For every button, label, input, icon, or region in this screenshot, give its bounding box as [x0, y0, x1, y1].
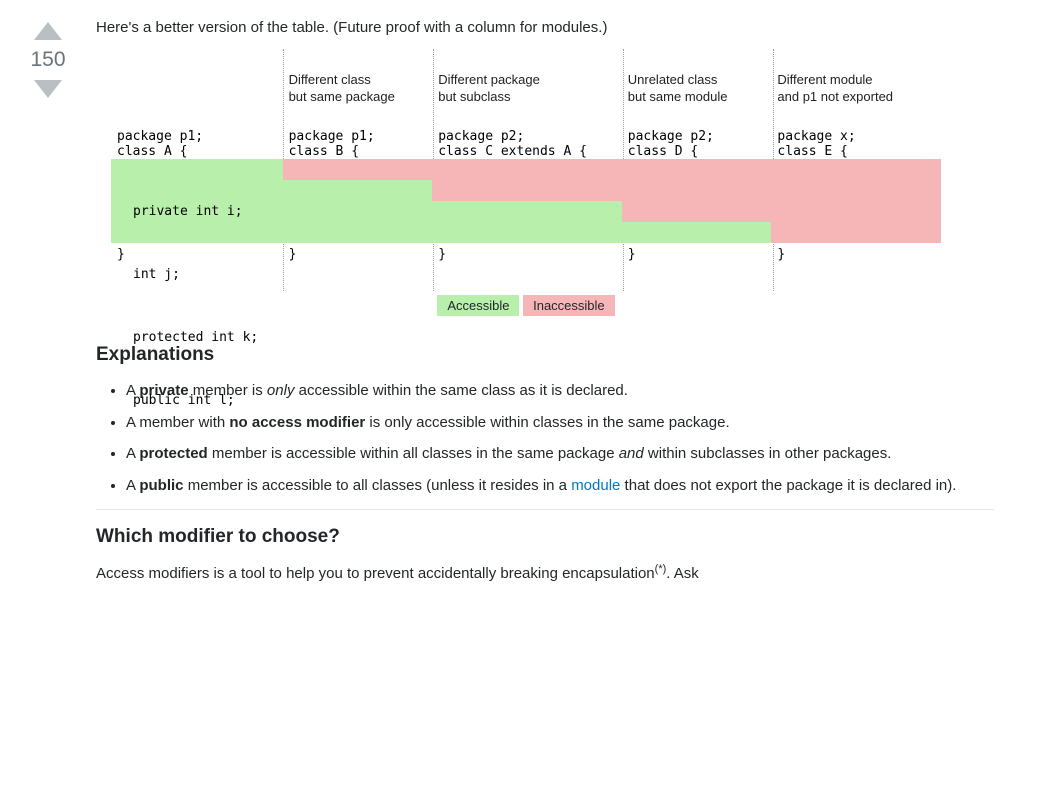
hdr-same-module: Unrelated class but same module: [622, 68, 772, 111]
text: that does not export the package it is d…: [620, 477, 956, 494]
answer-content: Here's a better version of the table. (F…: [96, 18, 994, 585]
seg-inaccessible: [283, 159, 433, 180]
downvote-button[interactable]: [30, 78, 66, 102]
separator: [96, 509, 994, 510]
text: A: [126, 477, 139, 494]
text: member is accessible to all classes (unl…: [184, 477, 572, 494]
col-b: [283, 159, 433, 243]
text: within subclasses in other packages.: [644, 445, 892, 462]
col-d: [622, 159, 772, 243]
field-private: private int i;: [133, 201, 258, 222]
vote-column: 150: [20, 18, 76, 102]
hdr-subclass: Different package but subclass: [432, 68, 622, 111]
col-c: [432, 159, 622, 243]
footnote-marker: (*): [655, 563, 667, 575]
text: member is accessible within all classes …: [208, 445, 619, 462]
seg-inaccessible: [432, 159, 622, 201]
field-protected: protected int k;: [133, 327, 258, 348]
class-decl-row: package p1; class A { package p1; class …: [111, 115, 941, 159]
decl-d: package p2; class D {: [622, 129, 772, 159]
hdr-diff-module: Different module and p1 not exported: [771, 68, 941, 111]
decl-b: package p1; class B {: [283, 129, 433, 159]
heading-which-modifier: Which modifier to choose?: [96, 526, 994, 548]
which-paragraph: Access modifiers is a tool to help you t…: [96, 562, 994, 585]
field-rows: private int i; int j; protected int k; p…: [111, 159, 941, 243]
decl-e: package x; class E {: [771, 129, 941, 159]
field-labels: private int i; int j; protected int k; p…: [133, 159, 258, 453]
text: Access modifiers is a tool to help you t…: [96, 565, 655, 582]
upvote-button[interactable]: [30, 18, 66, 42]
vote-score: 150: [30, 48, 65, 72]
legend-inaccessible: Inaccessible: [523, 295, 615, 316]
access-diagram: Different class but same package Differe…: [111, 68, 941, 316]
close-e: }: [771, 247, 941, 262]
module-link[interactable]: module: [571, 477, 620, 494]
intro-text: Here's a better version of the table. (F…: [96, 18, 994, 38]
chevron-up-icon: [30, 18, 66, 42]
hdr-empty: [111, 68, 283, 111]
hdr-same-package: Different class but same package: [283, 68, 433, 111]
decl-a: package p1; class A {: [111, 129, 283, 159]
text: and: [619, 445, 644, 462]
seg-inaccessible: [771, 159, 941, 243]
legend-accessible: Accessible: [437, 295, 519, 316]
seg-accessible: [622, 222, 772, 243]
seg-accessible: [432, 201, 622, 243]
decl-c: package p2; class C extends A {: [432, 129, 622, 159]
close-c: }: [432, 247, 622, 262]
text: public: [139, 477, 183, 494]
field-public: public int l;: [133, 390, 258, 411]
list-item: A public member is accessible to all cla…: [126, 475, 994, 497]
seg-accessible: [283, 180, 433, 243]
chevron-down-icon: [30, 78, 66, 102]
diagram-body: package p1; class A { package p1; class …: [111, 115, 941, 255]
diagram-headers: Different class but same package Differe…: [111, 68, 941, 111]
close-b: }: [283, 247, 433, 262]
seg-inaccessible: [622, 159, 772, 222]
text: is only accessible within classes in the…: [365, 414, 729, 431]
text: accessible within the same class as it i…: [294, 382, 627, 399]
answer-page: 150 Here's a better version of the table…: [0, 0, 1054, 802]
text: Ask: [670, 565, 698, 582]
text: only: [267, 382, 295, 399]
field-default: int j;: [133, 264, 258, 285]
col-e: [771, 159, 941, 243]
close-d: }: [622, 247, 772, 262]
